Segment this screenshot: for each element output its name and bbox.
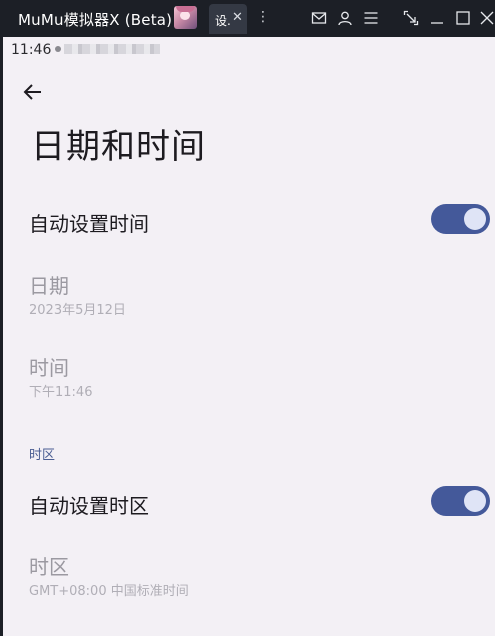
tab-settings[interactable]: 设. ✕ bbox=[209, 4, 247, 34]
more-options-icon[interactable]: ⋮ bbox=[256, 9, 270, 25]
time-value: 下午11:46 bbox=[29, 385, 93, 400]
window-edge bbox=[0, 37, 3, 636]
maximize-icon[interactable] bbox=[455, 10, 471, 26]
screenshot-icon[interactable] bbox=[403, 10, 419, 26]
page-title: 日期和时间 bbox=[31, 127, 206, 167]
status-time: 11:46 bbox=[11, 42, 52, 58]
auto-time-switch[interactable] bbox=[431, 204, 490, 234]
switch-knob bbox=[464, 490, 486, 512]
close-icon[interactable] bbox=[479, 10, 495, 26]
user-icon[interactable] bbox=[337, 10, 353, 26]
back-arrow-icon[interactable] bbox=[22, 81, 44, 103]
emulator-titlebar: MuMu模拟器X (Beta) 设. ✕ ⋮ bbox=[0, 0, 495, 37]
timezone-label: 时区 bbox=[29, 555, 69, 579]
menu-icon[interactable] bbox=[363, 10, 379, 26]
tab-label: 设. bbox=[215, 14, 231, 28]
minimize-icon[interactable] bbox=[429, 10, 445, 26]
app-title: MuMu模拟器X (Beta) bbox=[18, 11, 173, 29]
switch-knob bbox=[464, 208, 486, 230]
time-label: 时间 bbox=[29, 356, 69, 380]
date-value: 2023年5月12日 bbox=[29, 303, 126, 318]
status-notifications-blurred bbox=[64, 44, 160, 54]
date-label: 日期 bbox=[29, 274, 69, 298]
avatar-image[interactable] bbox=[174, 6, 197, 29]
android-screen: 11:46 日期和时间 自动设置时间 日期 2023年5月12日 时间 下午11… bbox=[0, 37, 495, 636]
timezone-value: GMT+08:00 中国标准时间 bbox=[29, 584, 189, 599]
auto-timezone-label[interactable]: 自动设置时区 bbox=[29, 490, 149, 519]
auto-time-label[interactable]: 自动设置时间 bbox=[29, 208, 149, 237]
auto-timezone-switch[interactable] bbox=[431, 486, 490, 516]
notification-icon bbox=[55, 46, 61, 52]
mail-icon[interactable] bbox=[311, 10, 327, 26]
section-header-timezone: 时区 bbox=[29, 448, 56, 463]
tab-close-icon[interactable]: ✕ bbox=[232, 10, 243, 25]
